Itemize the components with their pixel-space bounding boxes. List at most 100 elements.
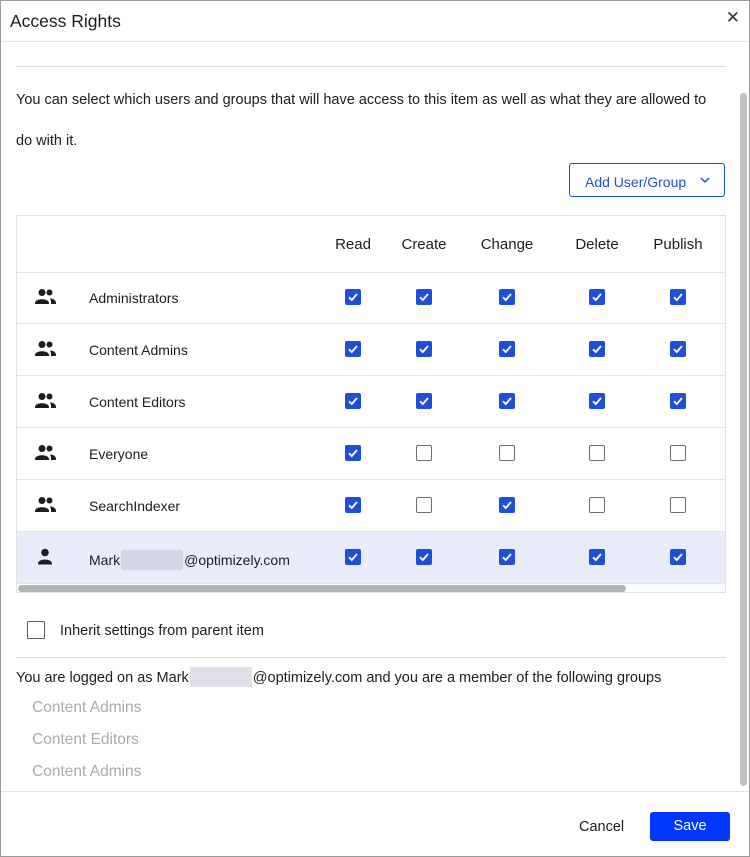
access-rights-dialog: Access Rights ✕ You can select which use… [0,0,750,857]
row-name-text: SearchIndexer [89,498,181,514]
checkbox-create[interactable] [416,497,432,513]
checkmark-icon [348,553,358,562]
horizontal-scrollbar[interactable] [17,583,725,592]
column-header-delete: Delete [575,236,619,253]
logged-on-suffix: @optimizely.com and you are a member of … [252,670,662,686]
checkmark-icon [502,397,512,406]
checkmark-icon [673,397,683,406]
row-name-text: Content Editors [89,394,186,410]
checkbox-publish[interactable] [670,549,686,565]
checkbox-delete[interactable] [589,497,605,513]
divider [16,657,726,658]
vertical-scrollbar-thumb[interactable] [740,93,747,786]
checkbox-publish[interactable] [670,445,686,461]
checkbox-delete[interactable] [589,289,605,305]
inherit-settings-checkbox[interactable] [27,621,45,639]
logged-on-text: You are logged on as Mark @optimizely.com… [16,667,661,687]
inherit-settings-label: Inherit settings from parent item [60,623,264,639]
checkbox-change[interactable] [499,393,515,409]
add-user-group-button[interactable]: Add User/Group [569,163,725,197]
permission-row[interactable]: Administrators [17,272,725,324]
column-header-publish: Publish [653,236,703,253]
group-icon [35,341,56,356]
close-icon[interactable]: ✕ [726,8,740,28]
row-name: Mark @optimizely.com [89,550,290,570]
vertical-scrollbar[interactable] [739,43,748,788]
checkbox-create[interactable] [416,341,432,357]
checkbox-publish[interactable] [670,289,686,305]
member-group: Content Editors [32,731,139,748]
checkbox-change[interactable] [499,445,515,461]
row-name-text: Mark [89,552,121,568]
permission-row[interactable]: Mark @optimizely.com [17,532,725,584]
checkbox-read[interactable] [345,393,361,409]
intro-text: You can select which users and groups th… [16,92,707,149]
cancel-button[interactable]: Cancel [579,819,624,835]
checkmark-icon [348,397,358,406]
checkbox-publish[interactable] [670,393,686,409]
permission-row[interactable]: Everyone [17,428,725,480]
horizontal-scrollbar-thumb[interactable] [18,585,626,592]
checkbox-create[interactable] [416,549,432,565]
permissions-grid: Read Create Change Delete Publish Administra… [16,215,726,593]
add-user-group-label: Add User/Group [585,174,687,190]
checkbox-publish[interactable] [670,497,686,513]
checkmark-icon [592,345,602,354]
checkbox-change[interactable] [499,289,515,305]
dialog-footer: Cancel Save [1,791,749,856]
checkmark-icon [592,293,602,302]
user-icon [38,548,52,565]
checkbox-delete[interactable] [589,393,605,409]
checkbox-change[interactable] [499,497,515,513]
group-icon [35,497,56,512]
grid-header: Read Create Change Delete Publish [17,216,725,273]
checkmark-icon [502,293,512,302]
checkmark-icon [673,293,683,302]
checkbox-read[interactable] [345,497,361,513]
checkbox-read[interactable] [345,549,361,565]
checkmark-icon [592,553,602,562]
divider [16,66,726,67]
member-groups-list: Content Admins Content Editors Content A… [32,698,141,794]
dialog-header: Access Rights ✕ [1,1,749,42]
save-button[interactable]: Save [650,812,730,841]
row-name: SearchIndexer [89,498,180,514]
checkmark-icon [502,345,512,354]
chevron-down-icon [700,177,710,184]
checkbox-read[interactable] [345,445,361,461]
permission-row[interactable]: Content Admins [17,324,725,376]
column-header-create: Create [401,236,447,253]
checkbox-read[interactable] [345,289,361,305]
checkbox-delete[interactable] [589,341,605,357]
member-group: Content Admins [32,699,142,716]
row-name: Administrators [89,290,178,306]
checkbox-change[interactable] [499,341,515,357]
checkbox-read[interactable] [345,341,361,357]
checkbox-create[interactable] [416,445,432,461]
permission-row[interactable]: Content Editors [17,376,725,428]
checkbox-change[interactable] [499,549,515,565]
checkmark-icon [502,501,512,510]
checkmark-icon [419,293,429,302]
checkbox-create[interactable] [416,393,432,409]
checkbox-delete[interactable] [589,445,605,461]
row-name-text: Administrators [89,290,179,306]
checkbox-create[interactable] [416,289,432,305]
permission-row[interactable]: SearchIndexer [17,480,725,532]
checkmark-icon [419,553,429,562]
row-name: Content Admins [89,342,188,358]
checkmark-icon [673,553,683,562]
checkmark-icon [673,345,683,354]
checkbox-delete[interactable] [589,549,605,565]
checkmark-icon [348,449,358,458]
checkmark-icon [419,397,429,406]
column-header-read: Read [335,236,371,253]
checkbox-publish[interactable] [670,341,686,357]
group-icon [35,393,56,408]
checkmark-icon [419,345,429,354]
checkmark-icon [348,293,358,302]
row-name-domain: @optimizely.com [184,552,290,568]
row-name-text: Everyone [89,446,149,462]
checkmark-icon [502,553,512,562]
group-icon [35,289,56,304]
